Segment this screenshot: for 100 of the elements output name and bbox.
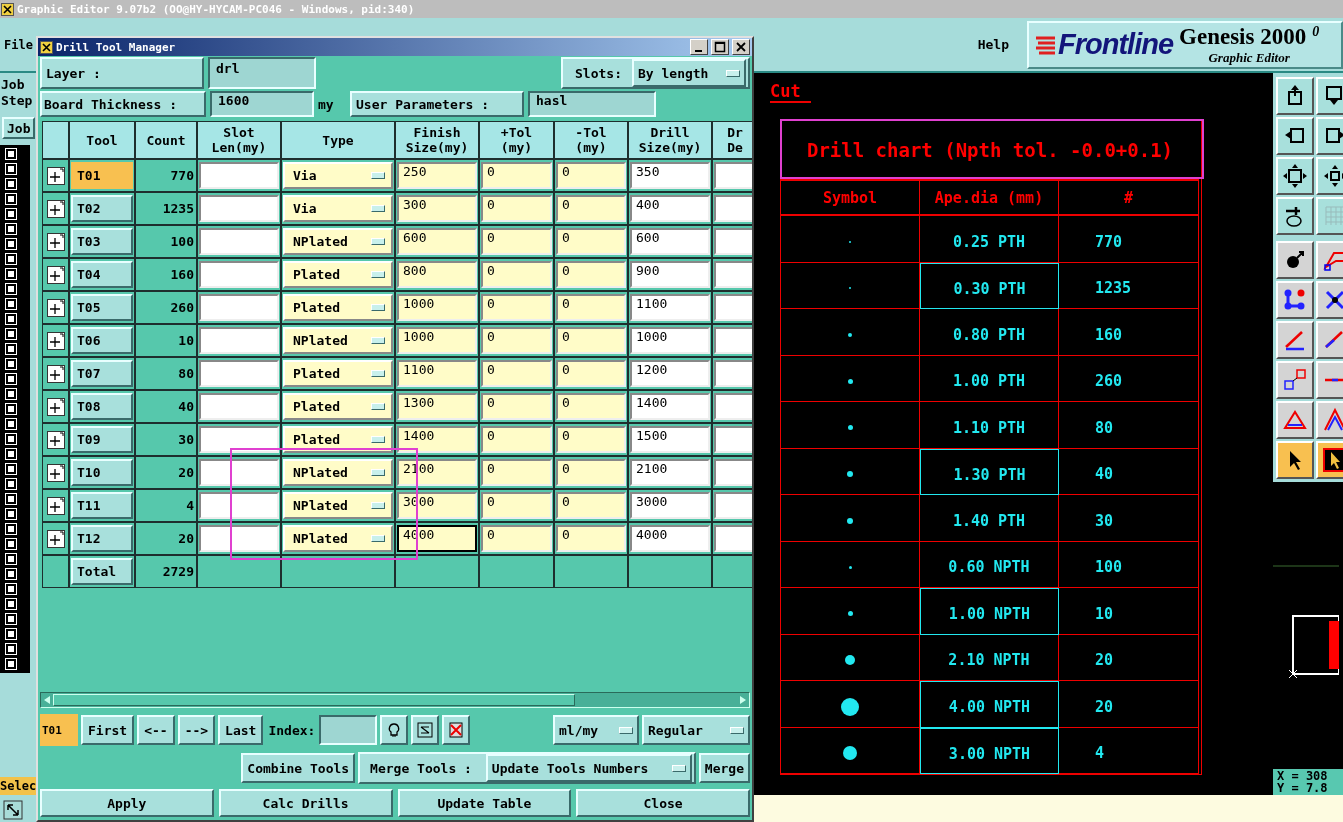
toolbar-button[interactable] — [1316, 117, 1343, 155]
toggle-square[interactable] — [4, 147, 18, 161]
layer-field[interactable]: drl — [208, 57, 316, 89]
toolbar-button[interactable] — [1276, 401, 1314, 439]
toggle-square[interactable] — [4, 432, 18, 446]
tolerance-field[interactable]: 0 — [556, 525, 626, 552]
tolerance-field[interactable]: 0 — [481, 195, 552, 222]
slot-length-field[interactable] — [199, 228, 279, 255]
tolerance-field[interactable]: 0 — [481, 162, 552, 189]
menu-item[interactable]: File — [0, 37, 37, 52]
tolerance-field[interactable]: 0 — [481, 294, 552, 321]
navigation-button[interactable]: Last — [218, 715, 264, 745]
toolbar-button[interactable] — [1276, 321, 1314, 359]
table-field[interactable] — [714, 261, 752, 288]
table-field[interactable] — [714, 294, 752, 321]
type-dropdown[interactable]: Via — [283, 195, 393, 222]
toolbar-button[interactable] — [1316, 77, 1343, 115]
action-button[interactable]: Calc Drills — [218, 789, 393, 817]
navigation-button[interactable]: --> — [177, 715, 216, 745]
toggle-square[interactable] — [4, 447, 18, 461]
action-button[interactable]: Update Table — [397, 789, 572, 817]
expand-icon[interactable] — [46, 232, 65, 251]
icon-button[interactable] — [380, 715, 409, 745]
toolbar-button[interactable] — [1276, 117, 1314, 155]
finish-size-field[interactable]: 300 — [397, 195, 477, 222]
expand-icon[interactable] — [46, 298, 65, 317]
toolbar-button[interactable] — [1276, 281, 1314, 319]
toolbar-button[interactable] — [1316, 197, 1343, 235]
tool-button[interactable]: T06 — [71, 327, 133, 354]
action-button[interactable]: Apply — [40, 789, 214, 817]
finish-size-field[interactable]: 600 — [397, 228, 477, 255]
navigation-button[interactable]: First — [81, 715, 135, 745]
toolbar-button[interactable] — [1316, 321, 1343, 359]
table-field[interactable] — [714, 162, 752, 189]
type-dropdown[interactable]: NPlated — [283, 492, 393, 519]
thickness-field[interactable]: 1600 — [210, 91, 314, 117]
merge-button[interactable]: Merge — [698, 753, 750, 783]
tolerance-field[interactable]: 0 — [481, 426, 552, 453]
tool-button[interactable]: T02 — [71, 195, 133, 222]
type-dropdown[interactable]: Plated — [283, 294, 393, 321]
drill-size-field[interactable]: 4000 — [630, 525, 710, 552]
expand-icon[interactable] — [46, 364, 65, 383]
tolerance-field[interactable]: 0 — [556, 261, 626, 288]
expand-icon[interactable] — [46, 331, 65, 350]
toggle-square[interactable] — [4, 162, 18, 176]
toggle-square[interactable] — [4, 462, 18, 476]
toggle-square[interactable] — [4, 612, 18, 626]
finish-size-field[interactable]: 1000 — [397, 294, 477, 321]
slot-length-field[interactable] — [199, 261, 279, 288]
toolbar-button[interactable] — [1316, 441, 1343, 479]
tolerance-field[interactable]: 0 — [481, 459, 552, 486]
toggle-square[interactable] — [4, 222, 18, 236]
finish-size-field[interactable]: 1000 — [397, 327, 477, 354]
expand-icon[interactable] — [46, 529, 65, 548]
drill-size-field[interactable]: 400 — [630, 195, 710, 222]
toggle-square[interactable] — [4, 357, 18, 371]
toggle-square[interactable] — [4, 537, 18, 551]
toolbar-button[interactable] — [1276, 77, 1314, 115]
merge-dropdown[interactable]: Update Tools Numbers — [485, 754, 692, 782]
finish-size-field[interactable]: 800 — [397, 261, 477, 288]
drill-size-field[interactable]: 1500 — [630, 426, 710, 453]
toolbar-button[interactable] — [1316, 241, 1343, 279]
toggle-square[interactable] — [4, 237, 18, 251]
slot-length-field[interactable] — [199, 327, 279, 354]
toggle-square[interactable] — [4, 597, 18, 611]
toolbar-button[interactable] — [1276, 241, 1314, 279]
table-field[interactable] — [714, 492, 752, 519]
toolbar-button[interactable] — [1316, 281, 1343, 319]
toggle-square[interactable] — [4, 192, 18, 206]
slot-length-field[interactable] — [199, 492, 279, 519]
toggle-square[interactable] — [4, 177, 18, 191]
tool-button[interactable]: T05 — [71, 294, 133, 321]
tool-button[interactable]: T12 — [71, 525, 133, 552]
slot-length-field[interactable] — [199, 294, 279, 321]
table-field[interactable] — [714, 525, 752, 552]
finish-size-field[interactable]: 250 — [397, 162, 477, 189]
toggle-square[interactable] — [4, 342, 18, 356]
action-button[interactable]: Close — [576, 789, 750, 817]
toggle-square[interactable] — [4, 312, 18, 326]
tool-button[interactable]: T11 — [71, 492, 133, 519]
tool-button[interactable]: T10 — [71, 459, 133, 486]
table-field[interactable] — [714, 228, 752, 255]
expand-icon[interactable] — [46, 496, 65, 515]
toggle-square[interactable] — [4, 327, 18, 341]
job-button[interactable]: Job — [2, 117, 36, 139]
finish-size-field[interactable]: 1300 — [397, 393, 477, 420]
type-dropdown[interactable]: NPlated — [283, 228, 393, 255]
drill-size-field[interactable]: 1200 — [630, 360, 710, 387]
resize-icon[interactable] — [3, 800, 23, 820]
tolerance-field[interactable]: 0 — [556, 459, 626, 486]
table-field[interactable] — [714, 393, 752, 420]
toolbar-button[interactable] — [1316, 157, 1343, 195]
toggle-square[interactable] — [4, 297, 18, 311]
slot-length-field[interactable] — [199, 459, 279, 486]
tolerance-field[interactable]: 0 — [481, 525, 552, 552]
tolerance-field[interactable]: 0 — [556, 162, 626, 189]
toggle-square[interactable] — [4, 402, 18, 416]
expand-icon[interactable] — [46, 199, 65, 218]
finish-size-field[interactable]: 1100 — [397, 360, 477, 387]
tolerance-field[interactable]: 0 — [556, 327, 626, 354]
